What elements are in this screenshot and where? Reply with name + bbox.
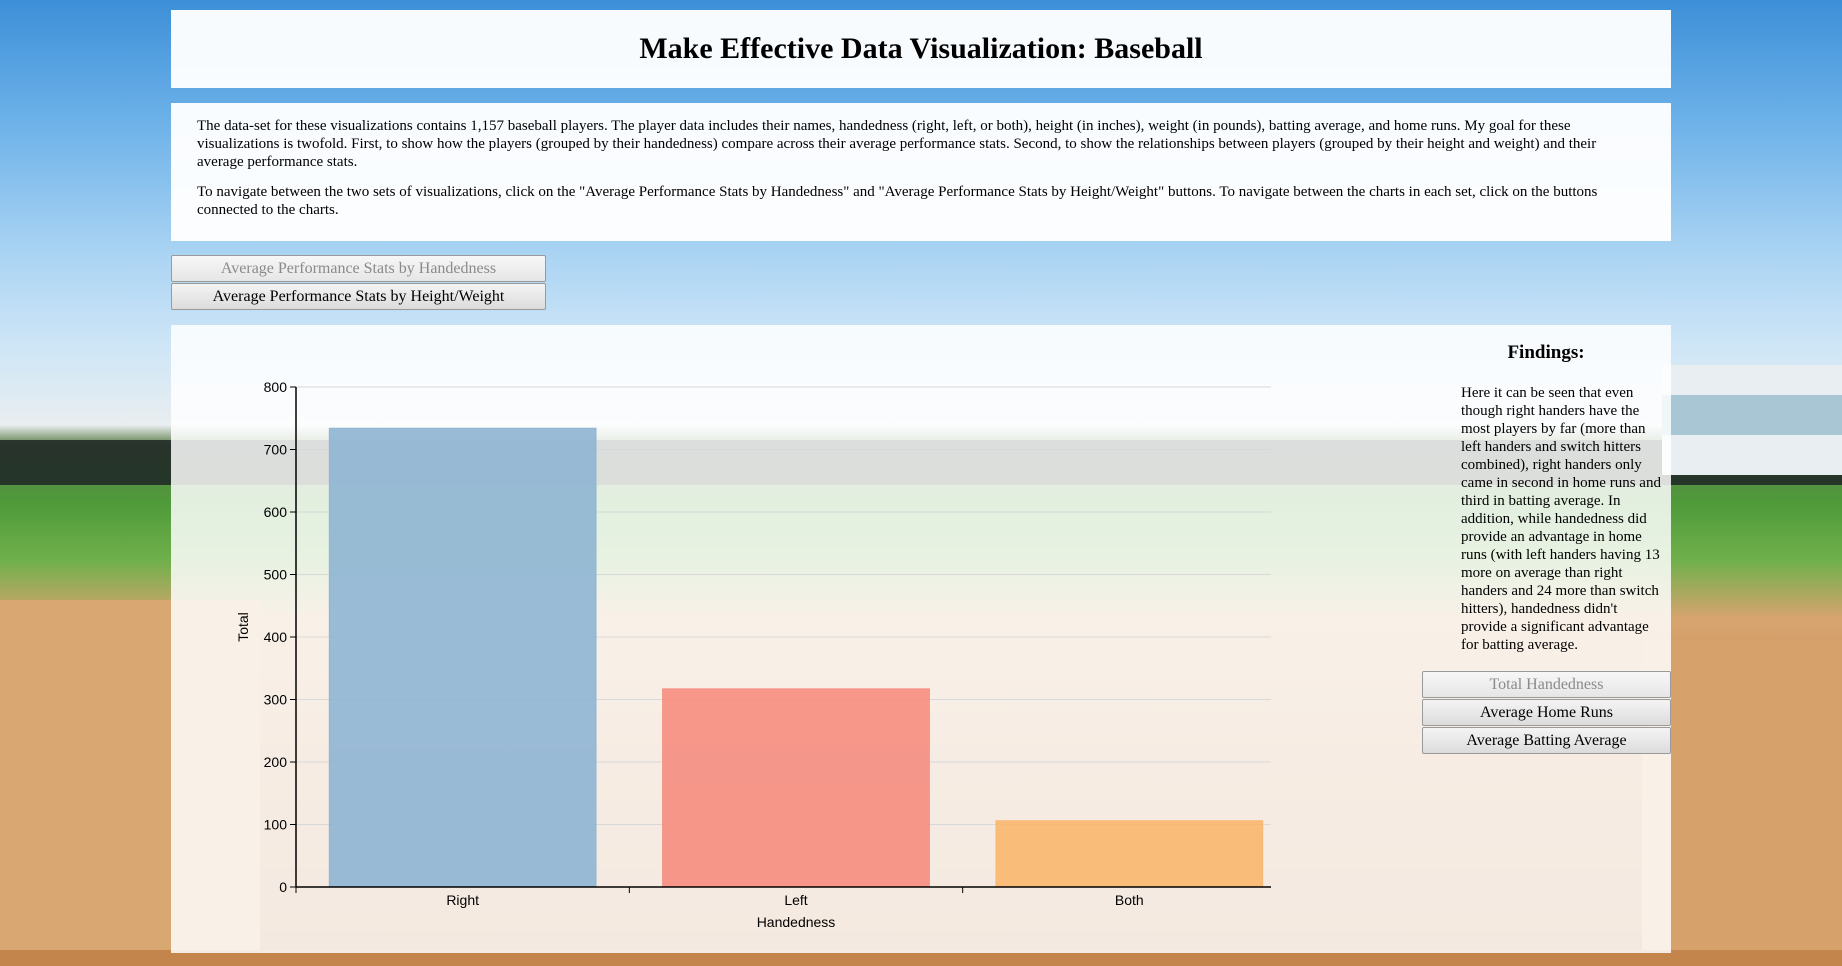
findings-section: Findings: Here it can be seen that even …	[1446, 342, 1661, 654]
intro-paragraph-2: To navigate between the two sets of visu…	[197, 184, 1598, 218]
x-axis: Right Left Both	[295, 886, 1271, 908]
y-tick-label: 0	[279, 879, 287, 895]
title-panel: Make Effective Data Visualization: Baseb…	[171, 10, 1671, 88]
average-batting-average-button[interactable]: Average Batting Average	[1422, 727, 1671, 754]
findings-heading: Findings:	[1507, 342, 1585, 363]
average-home-runs-button[interactable]: Average Home Runs	[1422, 699, 1671, 726]
chart-buttons: Total Handedness Average Home Runs Avera…	[1422, 671, 1671, 755]
bar-chart: 0100200300400500600700800 Right Left Both …	[235, 379, 1271, 930]
background-building-windows	[1662, 395, 1842, 435]
y-tick-label: 700	[264, 442, 288, 458]
handedness-set-button[interactable]: Average Performance Stats by Handedness	[171, 255, 546, 282]
y-tick-label: 200	[264, 754, 288, 770]
page-title: Make Effective Data Visualization: Baseb…	[639, 32, 1203, 65]
intro-paragraph-1: The data-set for these visualizations co…	[197, 118, 1597, 170]
background-infield-dirt-right	[1642, 640, 1842, 966]
chart-panel: 0 100 200 300 400 500 600 700 800 Right Left Both …	[171, 325, 1671, 953]
y-tick-label: 100	[264, 817, 288, 833]
height-weight-set-button[interactable]: Average Performance Stats by Height/Weig…	[171, 283, 546, 310]
y-tick-label: 500	[264, 567, 288, 583]
y-tick-label: 800	[264, 379, 288, 395]
x-tick-label: Both	[1115, 892, 1144, 908]
bar-both[interactable]	[995, 820, 1264, 888]
y-tick-label: 600	[264, 504, 288, 520]
total-handedness-button[interactable]: Total Handedness	[1422, 671, 1671, 698]
x-axis-label: Handedness	[757, 914, 836, 930]
x-tick-label: Right	[446, 892, 479, 908]
findings-text: Here it can be seen that even though rig…	[1461, 385, 1661, 653]
visualization-set-nav: Average Performance Stats by Handedness …	[171, 255, 546, 311]
x-tick-label: Left	[784, 892, 807, 908]
intro-panel: The data-set for these visualizations co…	[171, 103, 1671, 241]
bar-left[interactable]	[662, 688, 930, 888]
y-axis-label: Total	[235, 612, 251, 642]
y-tick-label: 400	[264, 629, 288, 645]
y-axis: 0 100 200 300 400 500 600 700 800	[264, 379, 297, 895]
bar-right[interactable]	[328, 427, 597, 888]
bars	[328, 427, 1264, 888]
y-tick-label: 300	[264, 692, 288, 708]
